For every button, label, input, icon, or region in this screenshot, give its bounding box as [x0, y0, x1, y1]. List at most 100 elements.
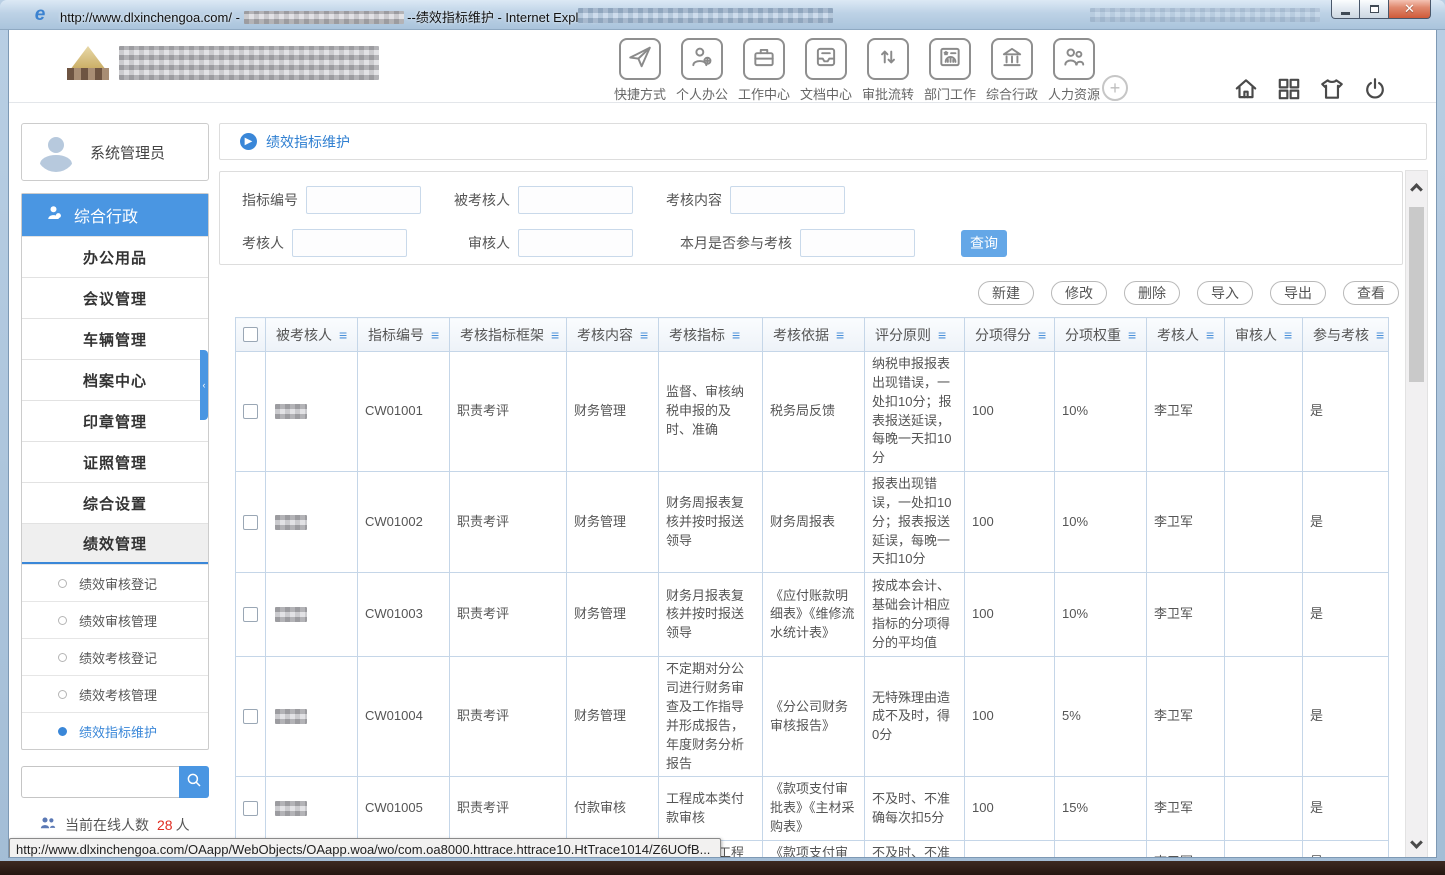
column-menu-icon[interactable]: ≡	[836, 327, 844, 343]
assessee-input[interactable]	[518, 186, 633, 214]
action-button[interactable]: 修改	[1051, 281, 1107, 305]
indicator-code-input[interactable]	[306, 186, 421, 214]
cell-score: 100	[965, 352, 1055, 472]
action-button[interactable]: 新建	[978, 281, 1034, 305]
menu-item-work-center[interactable]: 工作中心	[741, 38, 787, 103]
content-scrollbar[interactable]	[1405, 170, 1428, 858]
sidebar-subitem[interactable]: 绩效指标维护	[22, 712, 208, 749]
cell-assessee	[266, 352, 358, 472]
menu-item-department-work[interactable]: 部门工作	[927, 38, 973, 103]
sidebar-subitem[interactable]: 绩效审核登记	[22, 564, 208, 601]
menu-item-shortcut[interactable]: 快捷方式	[617, 38, 663, 103]
column-menu-icon[interactable]: ≡	[938, 327, 946, 343]
action-button[interactable]: 删除	[1124, 281, 1180, 305]
menu-item-approval-flow[interactable]: 审批流转	[865, 38, 911, 103]
search-panel: 指标编号 被考核人 考核内容 考核人 审核人 本月是否参与考核 查询	[219, 171, 1403, 265]
sidebar-search-button[interactable]	[179, 766, 209, 798]
scroll-down-icon[interactable]	[1410, 836, 1423, 849]
field-label: 被考核人	[454, 190, 510, 210]
column-menu-icon[interactable]: ≡	[732, 327, 740, 343]
maximize-button[interactable]	[1360, 0, 1389, 19]
col-header[interactable]: 被考核人≡	[266, 318, 358, 352]
sidebar-item[interactable]: 会议管理	[22, 277, 208, 318]
breadcrumb-arrow-icon: ▶	[240, 133, 257, 150]
action-button[interactable]: 导入	[1197, 281, 1253, 305]
col-header[interactable]: 考核指标≡	[659, 318, 763, 352]
col-header[interactable]: 参与考核≡	[1303, 318, 1389, 352]
add-menu-button[interactable]: +	[1102, 75, 1128, 101]
power-icon[interactable]	[1362, 76, 1388, 107]
menu-item-document-center[interactable]: 文档中心	[803, 38, 849, 103]
cell-score: 100	[965, 657, 1055, 777]
close-button[interactable]: ✕	[1389, 0, 1431, 19]
col-header[interactable]: 考核指标框架≡	[450, 318, 567, 352]
col-header[interactable]: 考核内容≡	[567, 318, 659, 352]
col-header[interactable]: 分项权重≡	[1055, 318, 1147, 352]
sidebar-subitem[interactable]: 绩效考核管理	[22, 675, 208, 712]
col-header[interactable]: 考核依据≡	[763, 318, 865, 352]
menu-item-general-admin[interactable]: 综合行政	[989, 38, 1035, 103]
action-button[interactable]: 查看	[1343, 281, 1399, 305]
minimize-button[interactable]	[1331, 0, 1360, 19]
row-checkbox[interactable]	[243, 801, 258, 816]
sidebar-item[interactable]: 车辆管理	[22, 318, 208, 359]
column-menu-icon[interactable]: ≡	[1128, 327, 1136, 343]
participate-input[interactable]	[800, 229, 915, 257]
column-menu-icon[interactable]: ≡	[640, 327, 648, 343]
sidebar-item[interactable]: 印章管理	[22, 400, 208, 441]
cell-principle: 无特殊理由造成不及时，得0分	[865, 657, 965, 777]
cell-participate: 是	[1303, 777, 1389, 841]
cell-assessee	[266, 573, 358, 657]
column-menu-icon[interactable]: ≡	[431, 327, 439, 343]
sidebar-item[interactable]: 办公用品	[22, 236, 208, 277]
action-button[interactable]: 导出	[1270, 281, 1326, 305]
content-input[interactable]	[730, 186, 845, 214]
sidebar-item[interactable]: 证照管理	[22, 441, 208, 482]
sidebar-subitem[interactable]: 绩效审核管理	[22, 601, 208, 638]
col-header[interactable]: 评分原则≡	[865, 318, 965, 352]
row-checkbox[interactable]	[243, 404, 258, 419]
select-all-checkbox[interactable]	[243, 327, 258, 342]
menu-item-human-resources[interactable]: 人力资源	[1051, 38, 1097, 103]
sidebar-search-input[interactable]	[21, 766, 179, 798]
row-checkbox[interactable]	[243, 607, 258, 622]
row-checkbox[interactable]	[243, 709, 258, 724]
table-header-row: 被考核人≡ 指标编号≡ 考核指标框架≡ 考核内容≡ 考核指标≡ 考核依据≡ 评分…	[236, 318, 1389, 352]
user-name: 系统管理员	[90, 142, 165, 163]
query-button[interactable]: 查询	[961, 230, 1007, 257]
col-header[interactable]: 指标编号≡	[358, 318, 450, 352]
scrollbar-thumb[interactable]	[1409, 207, 1424, 382]
cell-weight: 15%	[1055, 840, 1147, 858]
sidebar-section-header[interactable]: 综合行政	[22, 194, 208, 236]
column-menu-icon[interactable]: ≡	[1284, 327, 1292, 343]
cell-basis: 《分公司财务审核报告》	[763, 657, 865, 777]
user-card: 系统管理员	[21, 123, 209, 181]
column-menu-icon[interactable]: ≡	[1206, 327, 1214, 343]
col-header[interactable]: 审核人≡	[1225, 318, 1303, 352]
menu-item-personal-office[interactable]: 个人办公	[679, 38, 725, 103]
shirt-icon[interactable]	[1319, 76, 1345, 107]
column-menu-icon[interactable]: ≡	[339, 327, 347, 343]
company-logo	[67, 44, 379, 82]
bullet-icon	[58, 579, 67, 588]
sidebar-item[interactable]: 档案中心	[22, 359, 208, 400]
home-icon[interactable]	[1233, 76, 1259, 107]
column-menu-icon[interactable]: ≡	[1038, 327, 1046, 343]
assessor-input[interactable]	[292, 229, 407, 257]
reviewer-input[interactable]	[518, 229, 633, 257]
column-menu-icon[interactable]: ≡	[1376, 327, 1384, 343]
sidebar-subitem[interactable]: 绩效考核登记	[22, 638, 208, 675]
row-checkbox[interactable]	[243, 515, 258, 530]
col-header[interactable]: 考核人≡	[1147, 318, 1225, 352]
censored-name	[275, 515, 307, 530]
sidebar-item[interactable]: 绩效管理	[22, 523, 208, 564]
col-header[interactable]: 分项得分≡	[965, 318, 1055, 352]
scroll-up-icon[interactable]	[1410, 183, 1423, 196]
column-menu-icon[interactable]: ≡	[551, 327, 559, 343]
cell-weight: 10%	[1055, 352, 1147, 472]
cell-reviewer	[1225, 777, 1303, 841]
page-title: 绩效指标维护	[266, 132, 350, 152]
sidebar-collapse-handle[interactable]: ‹	[200, 350, 208, 420]
grid-apps-icon[interactable]	[1276, 76, 1302, 107]
sidebar-item[interactable]: 综合设置	[22, 482, 208, 523]
